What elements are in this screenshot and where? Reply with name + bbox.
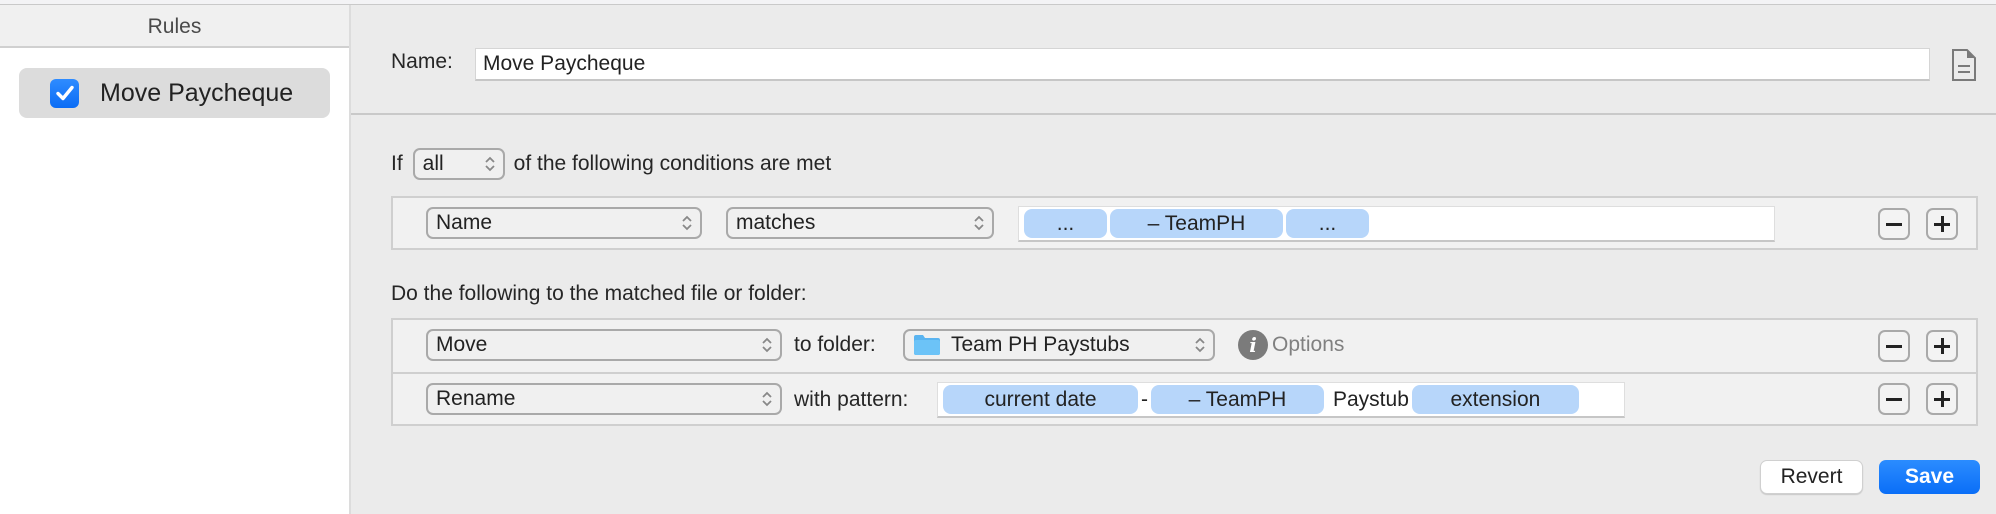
remove-action-button[interactable] xyxy=(1878,383,1910,415)
condition-attribute-popup[interactable]: Name xyxy=(426,207,702,239)
action-type-value: Rename xyxy=(436,387,516,410)
save-button[interactable]: Save xyxy=(1879,460,1980,494)
actions-list: Move to folder: Team PH Paystubs i Optio… xyxy=(391,318,1978,426)
updown-chevron-icon xyxy=(1195,337,1205,353)
checkmark-icon xyxy=(55,85,74,101)
condition-attribute-value: Name xyxy=(436,211,493,234)
action-row-rename: Rename with pattern: current date - – Te… xyxy=(393,372,1976,424)
minus-icon xyxy=(1886,344,1902,348)
updown-chevron-icon xyxy=(974,215,984,231)
action-type-popup[interactable]: Rename xyxy=(426,383,782,415)
name-label: Name: xyxy=(391,50,453,73)
name-section: Name: Move Paycheque xyxy=(351,5,1996,115)
token[interactable]: current date xyxy=(943,385,1138,414)
token[interactable]: ... xyxy=(1024,209,1107,238)
rule-list-item[interactable]: Move Paycheque xyxy=(19,68,330,118)
minus-icon xyxy=(1886,222,1902,226)
folder-popup[interactable]: Team PH Paystubs xyxy=(903,329,1215,361)
token[interactable]: extension xyxy=(1411,385,1579,414)
match-mode-value: all xyxy=(422,152,444,175)
token[interactable]: – TeamPH xyxy=(1110,209,1283,238)
info-icon: i xyxy=(1238,330,1268,360)
revert-button[interactable]: Revert xyxy=(1760,460,1863,494)
condition-operator-popup[interactable]: matches xyxy=(726,207,994,239)
match-mode-popup[interactable]: all xyxy=(412,148,505,180)
action-type-popup[interactable]: Move xyxy=(426,329,782,361)
options-label: Options xyxy=(1272,333,1345,356)
sidebar-header: Rules xyxy=(0,5,349,48)
rules-sidebar: Rules Move Paycheque xyxy=(0,5,351,514)
action-type-value: Move xyxy=(436,333,488,356)
rename-pattern-field[interactable]: current date - – TeamPH Paystub extensio… xyxy=(937,382,1625,418)
with-pattern-label: with pattern: xyxy=(794,388,909,411)
if-label: If xyxy=(391,152,403,175)
condition-row: Name matches ... – TeamPH ... xyxy=(391,196,1978,250)
pattern-text: - xyxy=(1141,387,1148,411)
action-row-move: Move to folder: Team PH Paystubs i Optio… xyxy=(393,320,1976,372)
remove-action-button[interactable] xyxy=(1878,330,1910,362)
pattern-text: Paystub xyxy=(1333,387,1409,411)
conditions-suffix: of the following conditions are met xyxy=(513,152,832,175)
rule-name-input[interactable]: Move Paycheque xyxy=(475,48,1930,81)
add-action-button[interactable] xyxy=(1926,330,1958,362)
to-folder-label: to folder: xyxy=(794,333,876,356)
token[interactable]: – TeamPH xyxy=(1151,385,1324,414)
updown-chevron-icon xyxy=(682,215,692,231)
conditions-header: If all of the following conditions are m… xyxy=(391,148,831,180)
folder-name: Team PH Paystubs xyxy=(951,333,1130,356)
remove-condition-button[interactable] xyxy=(1878,208,1910,240)
condition-token-field[interactable]: ... – TeamPH ... xyxy=(1018,206,1775,242)
updown-chevron-icon xyxy=(485,156,495,172)
updown-chevron-icon xyxy=(762,337,772,353)
actions-heading: Do the following to the matched file or … xyxy=(391,282,807,305)
add-condition-button[interactable] xyxy=(1926,208,1958,240)
folder-icon xyxy=(914,335,940,355)
options-button[interactable]: i Options xyxy=(1238,330,1344,360)
rule-enabled-checkbox[interactable] xyxy=(50,78,79,108)
document-icon[interactable] xyxy=(1951,49,1977,81)
add-action-button[interactable] xyxy=(1926,383,1958,415)
rule-name: Move Paycheque xyxy=(100,78,294,107)
condition-operator-value: matches xyxy=(736,211,816,234)
updown-chevron-icon xyxy=(762,391,772,407)
minus-icon xyxy=(1886,397,1902,401)
token[interactable]: ... xyxy=(1286,209,1369,238)
rule-editor: Name: Move Paycheque If all of the follo… xyxy=(351,5,1996,514)
